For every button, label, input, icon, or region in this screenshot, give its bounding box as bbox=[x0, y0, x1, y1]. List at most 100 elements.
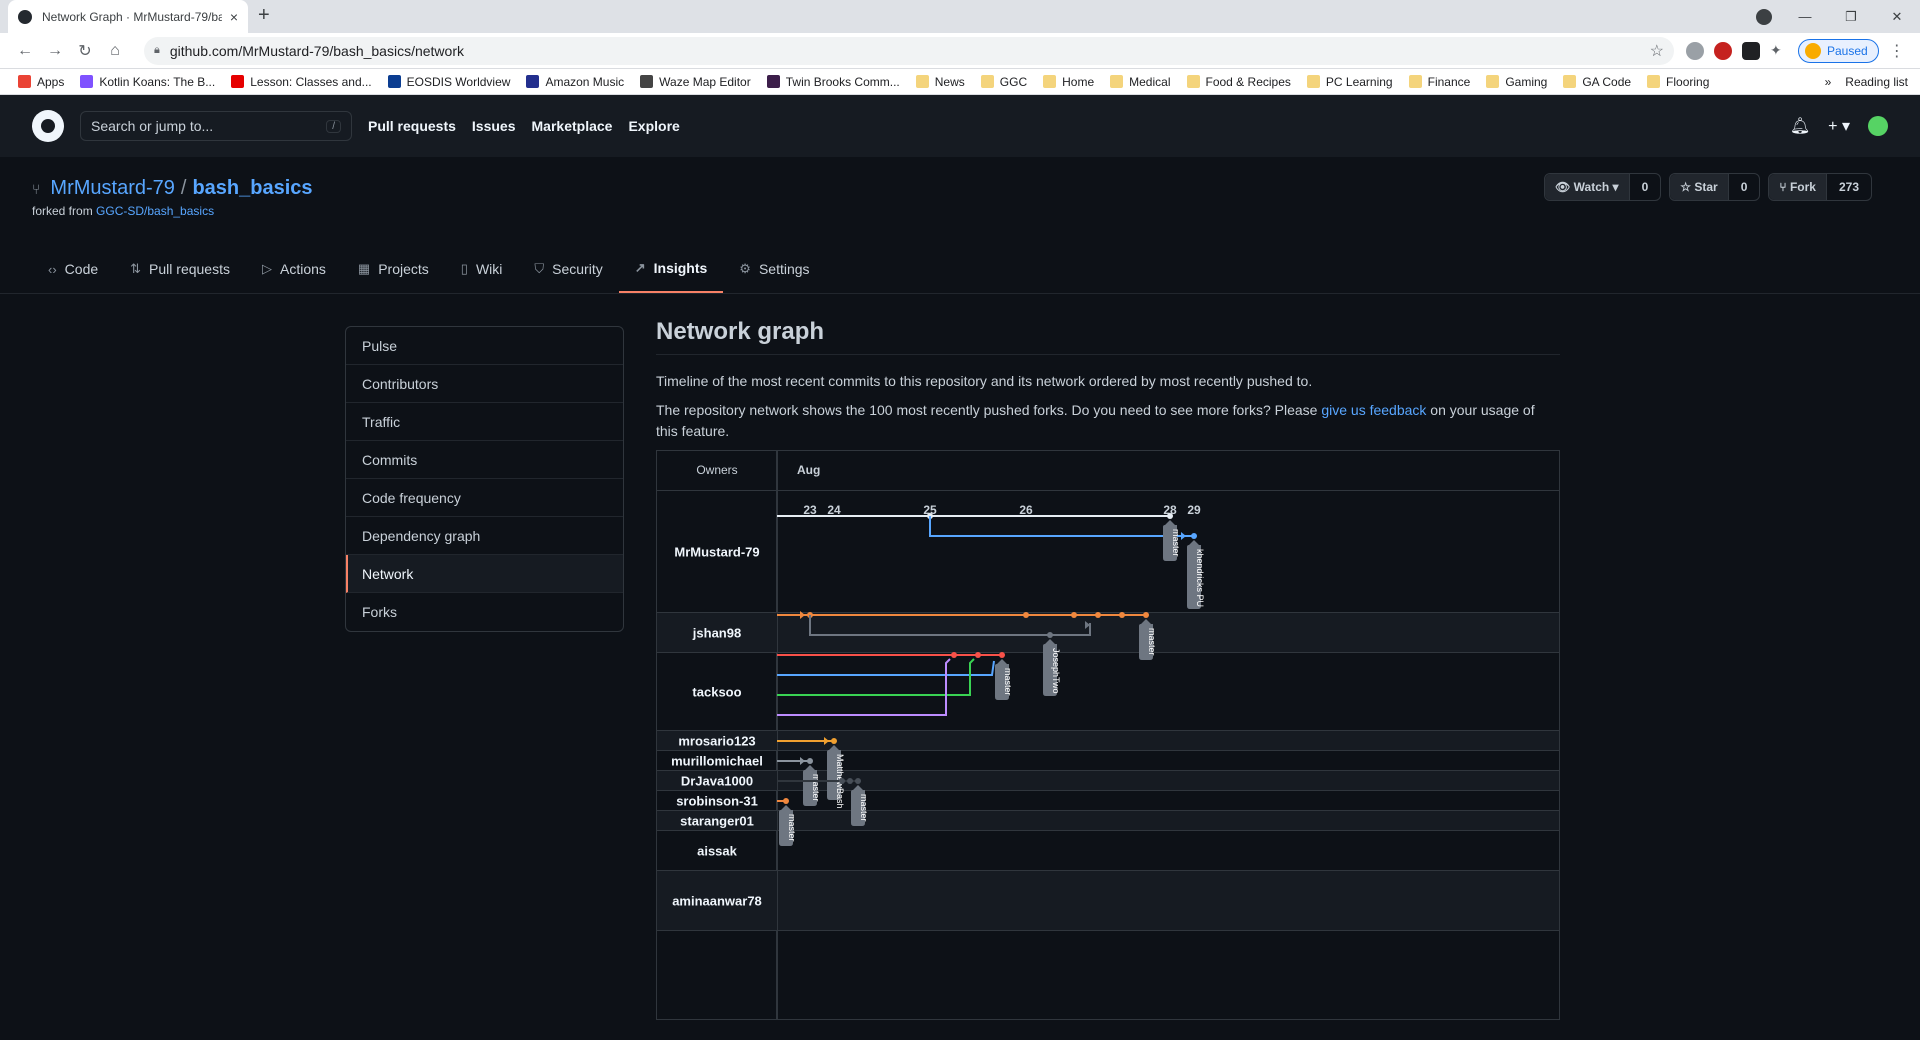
bookmarks-overflow-icon[interactable]: » bbox=[1825, 75, 1832, 89]
fork-count[interactable]: 273 bbox=[1827, 174, 1871, 200]
tab-code[interactable]: ‹› Code bbox=[32, 245, 114, 293]
commit-dot[interactable] bbox=[847, 778, 853, 784]
bookmark-item[interactable]: Flooring bbox=[1641, 75, 1715, 89]
bookmark-star-icon[interactable]: ☆ bbox=[1650, 41, 1664, 61]
bookmark-item[interactable]: Kotlin Koans: The B... bbox=[74, 75, 221, 89]
bookmark-item[interactable]: Lesson: Classes and... bbox=[225, 75, 377, 89]
nav-marketplace[interactable]: Marketplace bbox=[532, 118, 613, 134]
menu-kebab-icon[interactable]: ⋮ bbox=[1889, 41, 1905, 61]
extension-icon[interactable] bbox=[1686, 41, 1704, 60]
tab-close-icon[interactable]: × bbox=[230, 9, 238, 25]
fork-button[interactable]: ⑂ Fork 273 bbox=[1768, 173, 1872, 201]
feedback-link[interactable]: give us feedback bbox=[1321, 402, 1426, 418]
star-count[interactable]: 0 bbox=[1729, 174, 1760, 200]
nav-issues[interactable]: Issues bbox=[472, 118, 516, 134]
network-graph[interactable]: Owners Aug MrMustard-79 jshan98 tacksoo mro… bbox=[656, 450, 1560, 1020]
commit-dot[interactable] bbox=[951, 652, 957, 658]
url-text[interactable]: github.com/MrMustard-79/bash_basics/netw… bbox=[170, 43, 1650, 59]
reading-list-button[interactable]: Reading list bbox=[1845, 75, 1908, 89]
bookmark-item[interactable]: Waze Map Editor bbox=[634, 75, 757, 89]
tab-wiki[interactable]: ▯ Wiki bbox=[445, 245, 519, 293]
nav-pull-requests[interactable]: Pull requests bbox=[368, 118, 456, 134]
bookmark-item[interactable]: Twin Brooks Comm... bbox=[761, 75, 906, 89]
close-window-button[interactable]: ✕ bbox=[1874, 0, 1920, 33]
bookmark-item[interactable]: Home bbox=[1037, 75, 1100, 89]
extension-icon[interactable] bbox=[1742, 41, 1760, 60]
menu-item-dependency-graph[interactable]: Dependency graph bbox=[346, 517, 623, 555]
tab-search-icon[interactable] bbox=[1756, 9, 1772, 25]
bookmark-item[interactable]: News bbox=[910, 75, 971, 89]
branch-label[interactable]: khendricks PU bbox=[1187, 540, 1205, 609]
bookmark-item[interactable]: Finance bbox=[1403, 75, 1477, 89]
commit-dot[interactable] bbox=[831, 738, 837, 744]
watch-count[interactable]: 0 bbox=[1630, 174, 1661, 200]
branch-label[interactable]: master bbox=[1139, 619, 1157, 660]
bookmark-item[interactable]: GA Code bbox=[1557, 75, 1637, 89]
notifications-bell-icon[interactable]: 🔔︎ bbox=[1790, 116, 1810, 136]
new-tab-button[interactable]: + bbox=[258, 4, 270, 27]
nav-explore[interactable]: Explore bbox=[628, 118, 679, 134]
minimize-button[interactable]: — bbox=[1782, 0, 1828, 33]
commit-dot[interactable] bbox=[999, 652, 1005, 658]
address-bar[interactable]: 🔒︎ github.com/MrMustard-79/bash_basics/n… bbox=[144, 36, 1674, 65]
commit-dot[interactable] bbox=[1071, 612, 1077, 618]
commit-dot[interactable] bbox=[807, 758, 813, 764]
bookmark-item[interactable]: Medical bbox=[1104, 75, 1176, 89]
commit-dot[interactable] bbox=[1095, 612, 1101, 618]
star-button[interactable]: ☆ Star 0 bbox=[1669, 173, 1761, 201]
branch-label[interactable]: master bbox=[803, 765, 821, 806]
bookmark-item[interactable]: Food & Recipes bbox=[1181, 75, 1297, 89]
commit-dot[interactable] bbox=[1023, 612, 1029, 618]
forked-from-link[interactable]: GGC-SD/bash_basics bbox=[96, 204, 214, 218]
menu-item-contributors[interactable]: Contributors bbox=[346, 365, 623, 403]
commit-dot[interactable] bbox=[1143, 612, 1149, 618]
watch-button[interactable]: 👁︎ Watch ▾ 0 bbox=[1544, 173, 1662, 201]
tab-actions[interactable]: ▷ Actions bbox=[246, 245, 342, 293]
branch-label[interactable]: master bbox=[851, 785, 869, 826]
bookmark-item[interactable]: EOSDIS Worldview bbox=[382, 75, 517, 89]
tab-security[interactable]: ⛉ Security bbox=[518, 245, 618, 293]
menu-item-commits[interactable]: Commits bbox=[346, 441, 623, 479]
bookmark-item[interactable]: Gaming bbox=[1480, 75, 1553, 89]
bookmark-item[interactable]: Amazon Music bbox=[520, 75, 630, 89]
menu-item-network[interactable]: Network bbox=[346, 555, 623, 593]
menu-item-pulse[interactable]: Pulse bbox=[346, 327, 623, 365]
search-input[interactable]: Search or jump to... / bbox=[80, 111, 352, 141]
back-icon[interactable]: ← bbox=[10, 42, 40, 60]
commit-dot[interactable] bbox=[783, 798, 789, 804]
commit-dot[interactable] bbox=[1191, 533, 1197, 539]
tab-projects[interactable]: ▦ Projects bbox=[342, 245, 445, 293]
commit-dot[interactable] bbox=[839, 778, 845, 784]
repo-name-link[interactable]: bash_basics bbox=[192, 177, 312, 200]
tab-insights[interactable]: ↗ Insights bbox=[618, 245, 724, 293]
bookmark-item[interactable]: PC Learning bbox=[1301, 75, 1399, 89]
repo-owner-link[interactable]: MrMustard-79 bbox=[50, 177, 174, 200]
commit-dot[interactable] bbox=[1047, 632, 1053, 638]
extension-badge-icon[interactable] bbox=[1714, 41, 1732, 60]
lock-icon[interactable]: 🔒︎ bbox=[154, 44, 160, 57]
create-new-icon[interactable]: + ▾ bbox=[1828, 116, 1850, 136]
browser-tab[interactable]: Network Graph · MrMustard-79/bash_basics… bbox=[8, 0, 248, 33]
bookmark-item[interactable]: Apps bbox=[12, 75, 70, 89]
forward-icon[interactable]: → bbox=[40, 42, 70, 60]
profile-button[interactable]: Paused bbox=[1798, 38, 1879, 63]
tab-pull-requests[interactable]: ⇅ Pull requests bbox=[114, 245, 246, 293]
user-avatar[interactable] bbox=[1868, 116, 1888, 136]
menu-item-code-frequency[interactable]: Code frequency bbox=[346, 479, 623, 517]
tab-settings[interactable]: ⚙ Settings bbox=[723, 245, 825, 293]
commit-dot[interactable] bbox=[1167, 513, 1173, 519]
commit-dot[interactable] bbox=[1119, 612, 1125, 618]
menu-item-forks[interactable]: Forks bbox=[346, 593, 623, 631]
home-icon[interactable]: ⌂ bbox=[100, 42, 130, 60]
branch-label[interactable]: MatthewBash bbox=[827, 745, 845, 809]
bookmark-item[interactable]: GGC bbox=[975, 75, 1033, 89]
menu-item-traffic[interactable]: Traffic bbox=[346, 403, 623, 441]
branch-label[interactable]: master bbox=[779, 805, 797, 846]
restore-button[interactable]: ❐ bbox=[1828, 0, 1874, 33]
github-logo-icon[interactable] bbox=[32, 110, 64, 142]
reload-icon[interactable]: ↻ bbox=[70, 41, 100, 61]
commit-dot[interactable] bbox=[975, 652, 981, 658]
branch-label[interactable]: master bbox=[1163, 520, 1181, 561]
commit-dot[interactable] bbox=[855, 778, 861, 784]
branch-label[interactable]: JosephTwo bbox=[1043, 639, 1061, 696]
